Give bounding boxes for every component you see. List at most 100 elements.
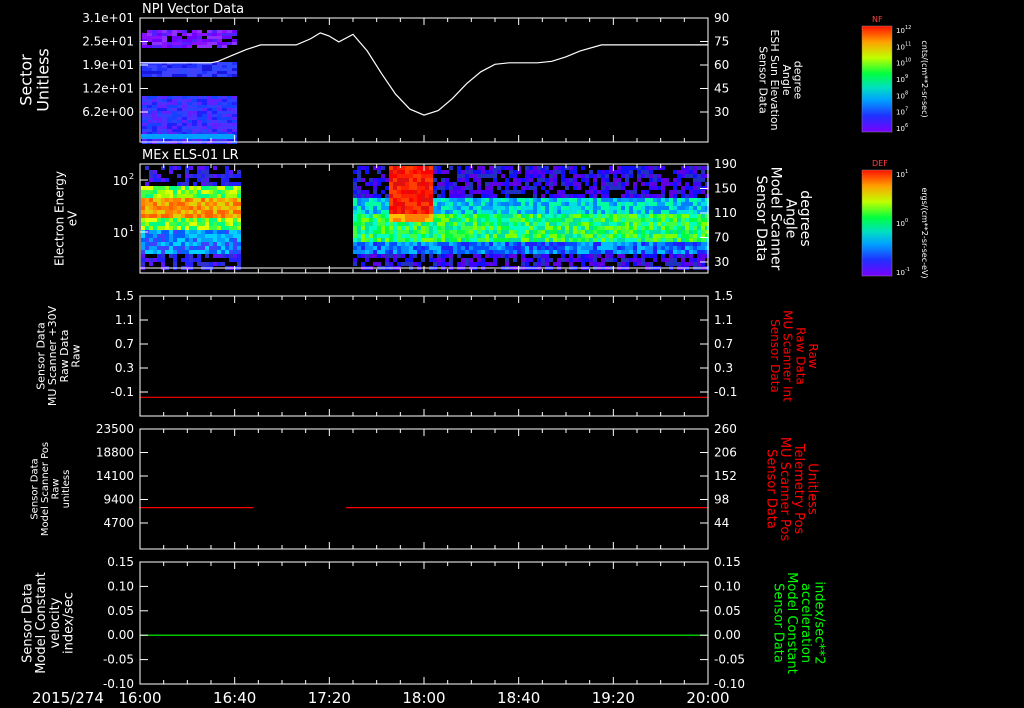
heat-cell: [197, 74, 202, 77]
heat-cell: [585, 186, 589, 190]
heat-cell: [441, 174, 445, 178]
heat-cell: [409, 254, 413, 258]
heat-cell: [373, 190, 377, 194]
ylabel-right-4: Unitless: [804, 463, 819, 515]
heat-cell: [232, 99, 237, 102]
heat-cell: [457, 250, 461, 254]
heat-cell: [481, 214, 485, 218]
heat-cell: [433, 186, 437, 190]
heat-cell: [633, 234, 637, 238]
heat-cell: [653, 194, 657, 198]
heat-cell: [549, 166, 553, 170]
heat-cell: [381, 206, 385, 210]
heat-cell: [185, 202, 189, 206]
heat-cell: [657, 254, 661, 258]
heat-cell: [192, 74, 197, 77]
heat-cell: [657, 178, 661, 182]
heat-cell: [697, 206, 701, 210]
heat-cell: [157, 114, 162, 117]
heat-cell: [497, 222, 501, 226]
heat-cell: [681, 262, 685, 266]
heat-cell: [197, 71, 202, 74]
heat-cell: [625, 174, 629, 178]
heat-cell: [141, 262, 145, 266]
heat-cell: [177, 238, 181, 242]
heat-cell: [581, 186, 585, 190]
heat-cell: [177, 258, 181, 262]
heat-cell: [381, 198, 385, 202]
heat-cell: [227, 68, 232, 71]
heat-cell: [553, 170, 557, 174]
heat-cell: [561, 242, 565, 246]
heat-cell: [689, 262, 693, 266]
heat-cell: [453, 174, 457, 178]
heat-cell: [513, 242, 517, 246]
heat-cell: [537, 238, 541, 242]
heat-cell: [142, 123, 147, 126]
heat-cell: [187, 45, 192, 48]
heat-cell: [393, 250, 397, 254]
heat-cell: [157, 174, 161, 178]
heat-cell: [513, 182, 517, 186]
heat-cell: [209, 206, 213, 210]
heat-cell: [187, 39, 192, 42]
heat-cell: [465, 182, 469, 186]
heat-cell: [669, 182, 673, 186]
heat-cell: [549, 242, 553, 246]
heat-cell: [453, 254, 457, 258]
heat-cell: [433, 250, 437, 254]
heat-cell: [417, 242, 421, 246]
heat-cell: [165, 202, 169, 206]
heat-cell: [413, 198, 417, 202]
heat-cell: [589, 202, 593, 206]
heat-cell: [461, 190, 465, 194]
ylabel-right-3: Sensor Data: [768, 319, 782, 393]
heat-cell: [157, 258, 161, 262]
heat-cell: [597, 190, 601, 194]
heat-cell: [222, 120, 227, 123]
heat-cell: [187, 36, 192, 39]
ylabel-left-4: Sensor Data: [29, 458, 40, 519]
heat-cell: [165, 254, 169, 258]
heat-cell: [449, 198, 453, 202]
colorbar-2: [861, 169, 893, 277]
heat-cell: [397, 226, 401, 230]
y-tick-label: 0.3: [115, 361, 134, 375]
heat-cell: [357, 174, 361, 178]
heat-cell: [657, 234, 661, 238]
heat-cell: [465, 258, 469, 262]
heat-cell: [149, 246, 153, 250]
heat-cell: [501, 218, 505, 222]
heat-cell: [581, 170, 585, 174]
heat-cell: [629, 246, 633, 250]
heat-cell: [192, 120, 197, 123]
heat-cell: [525, 186, 529, 190]
heat-cell: [221, 178, 225, 182]
heat-cell: [617, 178, 621, 182]
heat-cell: [357, 238, 361, 242]
heat-cell: [227, 117, 232, 120]
heat-cell: [192, 105, 197, 108]
heat-cell: [357, 202, 361, 206]
heat-cell: [157, 30, 162, 33]
heat-cell: [421, 230, 425, 234]
heat-cell: [505, 230, 509, 234]
heat-cell: [545, 242, 549, 246]
heat-cell: [429, 246, 433, 250]
heat-cell: [153, 202, 157, 206]
heat-cell: [509, 198, 513, 202]
heat-cell: [181, 210, 185, 214]
heat-cell: [593, 262, 597, 266]
heat-cell: [557, 238, 561, 242]
heat-cell: [361, 218, 365, 222]
heat-cell: [185, 242, 189, 246]
heat-cell: [493, 238, 497, 242]
heat-cell: [429, 218, 433, 222]
heat-cell: [533, 186, 537, 190]
heat-cell: [141, 186, 145, 190]
heat-cell: [229, 174, 233, 178]
heat-cell: [222, 114, 227, 117]
heat-cell: [541, 198, 545, 202]
heat-cell: [162, 123, 167, 126]
heat-cell: [565, 234, 569, 238]
